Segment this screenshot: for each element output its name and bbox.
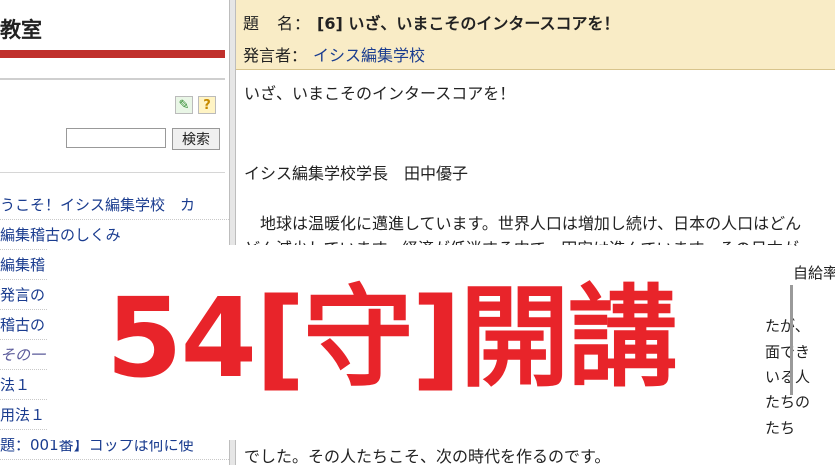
- subject-text: [6] いざ、いまこそのインタースコアを！: [317, 14, 620, 33]
- announcement-banner: 自給率 たが、 面でき いる人 たちの たち 54[守]開講: [48, 245, 835, 440]
- body-fragment: 面でき: [765, 341, 811, 362]
- body-fragment: 自給率: [793, 262, 835, 283]
- body-fragment: たち: [765, 417, 796, 438]
- toolbar: ✎ ?: [175, 96, 216, 114]
- author-link[interactable]: イシス編集学校: [313, 46, 425, 65]
- body-line-last: でした。その人たちこそ、次の時代を作るのです。: [244, 447, 611, 465]
- divider-line: [0, 78, 225, 80]
- banner-title: 54[守]開講: [106, 274, 678, 402]
- author-label: 発言者：: [243, 46, 308, 65]
- body-line-heading: いざ、いまこそのインタースコアを！: [244, 84, 516, 103]
- body-fragment: たちの: [765, 391, 811, 412]
- subject-label: 題 名：: [243, 14, 312, 33]
- search-button[interactable]: 検索: [172, 128, 220, 150]
- scrollbar[interactable]: [790, 285, 793, 395]
- title-underline: [0, 50, 225, 58]
- divider-line: [0, 172, 225, 173]
- search-input[interactable]: [66, 128, 166, 148]
- body-fragment: たが、: [765, 315, 810, 336]
- body-line-paragraph: 地球は温暖化に邁進しています。世界人口は増加し続け、日本の人口はどん: [244, 214, 802, 233]
- body-fragment: いる人: [765, 366, 811, 387]
- pencil-icon[interactable]: ✎: [175, 96, 193, 114]
- author-row: 発言者： イシス編集学校: [243, 42, 425, 66]
- body-line-signature: イシス編集学校学長 田中優子: [244, 164, 469, 183]
- sidebar-item-welcome[interactable]: うこそ！イシス編集学校 カ: [0, 190, 229, 220]
- subject-row: 題 名： [6] いざ、いまこそのインタースコアを！: [243, 10, 620, 34]
- message-header: 題 名： [6] いざ、いまこそのインタースコアを！ 発言者： イシス編集学校: [236, 0, 835, 70]
- help-icon[interactable]: ?: [198, 96, 216, 114]
- page-title: 教室: [0, 18, 42, 42]
